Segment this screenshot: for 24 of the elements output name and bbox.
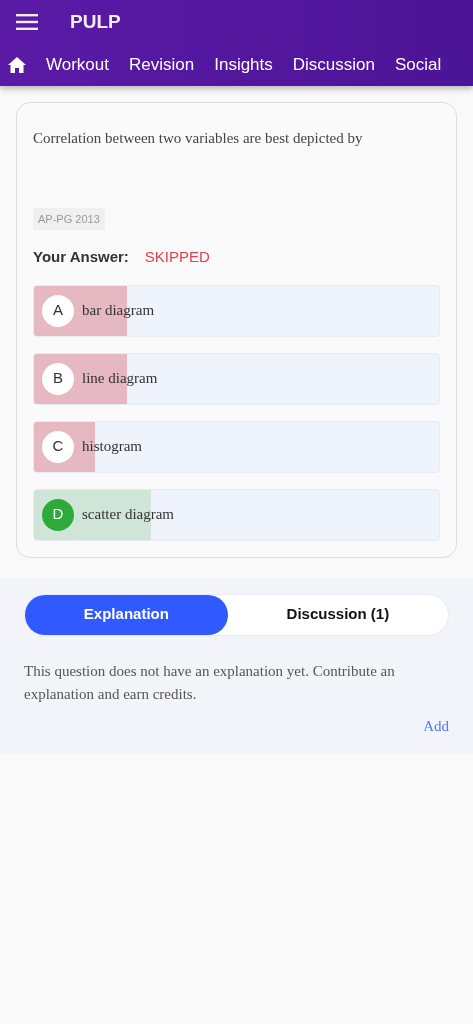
nav-tab[interactable]: Discussion xyxy=(292,52,375,78)
home-icon[interactable] xyxy=(8,57,26,73)
add-link[interactable]: Add xyxy=(423,718,449,734)
nav-tab[interactable]: Workout xyxy=(46,52,109,78)
exam-tag: AP-PG 2013 xyxy=(33,207,105,230)
option-text: histogram xyxy=(82,437,142,457)
explanation-text: This question does not have an explanation yet. Contribute an explanation and earn credits. xyxy=(24,661,396,704)
question-text: Correlation between two variables are best depicted by xyxy=(33,129,364,148)
option-text: bar diagram xyxy=(82,301,155,321)
nav-tab[interactable]: Revision xyxy=(129,52,195,78)
option-text: line diagram xyxy=(82,369,158,389)
tab[interactable]: Explanation xyxy=(25,594,228,635)
answer-option[interactable]: D scatter diagram xyxy=(33,488,440,541)
menu-icon[interactable] xyxy=(16,14,38,30)
answer-status: SKIPPED xyxy=(144,247,210,267)
answer-label: Your Answer: xyxy=(33,247,129,267)
answer-option[interactable]: B line diagram xyxy=(33,352,440,405)
answer-option[interactable]: C histogram xyxy=(33,420,440,473)
tab[interactable]: Discussion (1) xyxy=(227,594,448,635)
answer-option[interactable]: A bar diagram xyxy=(33,284,440,337)
nav-tab[interactable]: Insights xyxy=(214,52,273,78)
nav-tab[interactable]: Social xyxy=(395,52,442,78)
option-text: scatter diagram xyxy=(82,505,175,525)
app-title: PULP xyxy=(69,9,121,34)
